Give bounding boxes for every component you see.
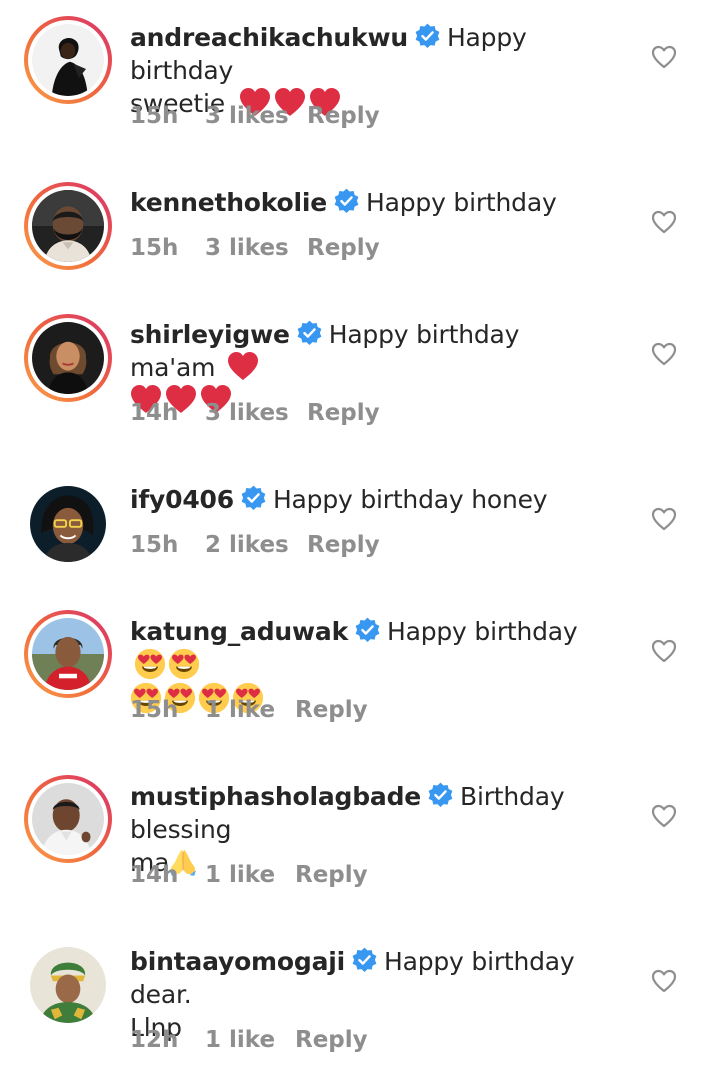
avatar[interactable] xyxy=(30,947,106,1023)
comment-body: Happy birthday honey xyxy=(272,485,548,514)
heart-eyes-emoji-icon xyxy=(134,648,166,680)
comment-time: 15h xyxy=(130,532,179,558)
reply-button[interactable]: Reply xyxy=(307,532,380,558)
comment-meta: 12h 1 like Reply xyxy=(130,1027,368,1053)
comment-likes-link[interactable]: 2 likes xyxy=(205,532,307,558)
reply-button[interactable]: Reply xyxy=(295,862,368,888)
avatar-story-ring[interactable] xyxy=(24,16,112,104)
comment-meta: 15h 3 likes Reply xyxy=(130,103,380,129)
comment-meta: 14h 1 like Reply xyxy=(130,862,368,888)
avatar-story-ring[interactable] xyxy=(24,610,112,698)
reply-button[interactable]: Reply xyxy=(307,103,380,129)
verified-badge-icon xyxy=(333,188,360,215)
avatar[interactable] xyxy=(32,190,104,262)
heart-outline-icon[interactable] xyxy=(651,45,677,69)
avatar[interactable] xyxy=(32,322,104,394)
heart-eyes-emoji-icon xyxy=(168,648,200,680)
avatar[interactable] xyxy=(30,486,106,562)
comment-meta: 15h 3 likes Reply xyxy=(130,235,380,261)
comment-body: Happy birthday xyxy=(387,617,578,646)
reply-button[interactable]: Reply xyxy=(307,235,380,261)
avatar[interactable] xyxy=(32,24,104,96)
avatar[interactable] xyxy=(32,783,104,855)
comment-username[interactable]: bintaayomogaji xyxy=(130,947,345,976)
comment-text: kennethokolie Happy birthday xyxy=(130,186,610,219)
comment-time: 14h xyxy=(130,400,179,426)
comment-username[interactable]: kennethokolie xyxy=(130,188,327,217)
comment-username[interactable]: mustiphasholagbade xyxy=(130,782,421,811)
avatar-frame[interactable] xyxy=(24,941,112,1029)
avatar[interactable] xyxy=(32,618,104,690)
comment-likes-link[interactable]: 1 like xyxy=(205,862,295,888)
comment-text: ify0406 Happy birthday honey xyxy=(130,483,610,516)
reply-button[interactable]: Reply xyxy=(307,400,380,426)
comment-likes-link[interactable]: 1 like xyxy=(205,697,295,723)
reply-button[interactable]: Reply xyxy=(295,1027,368,1053)
comment-meta: 15h 1 like Reply xyxy=(130,697,368,723)
comment-time: 15h xyxy=(130,103,179,129)
heart-outline-icon[interactable] xyxy=(651,969,677,993)
avatar-frame[interactable] xyxy=(24,480,112,568)
comment-time: 15h xyxy=(130,235,179,261)
comment-username[interactable]: andreachikachukwu xyxy=(130,23,408,52)
comment-likes-link[interactable]: 3 likes xyxy=(205,235,307,261)
red-heart-emoji-icon xyxy=(227,351,259,381)
reply-button[interactable]: Reply xyxy=(295,697,368,723)
heart-outline-icon[interactable] xyxy=(651,507,677,531)
comment-meta: 15h 2 likes Reply xyxy=(130,532,380,558)
comment-username[interactable]: katung_aduwak xyxy=(130,617,348,646)
heart-outline-icon[interactable] xyxy=(651,210,677,234)
verified-badge-icon xyxy=(354,617,381,644)
avatar-story-ring[interactable] xyxy=(24,314,112,402)
comment-body: Happy birthday xyxy=(366,188,557,217)
verified-badge-icon xyxy=(240,485,267,512)
avatar-story-ring[interactable] xyxy=(24,775,112,863)
verified-badge-icon xyxy=(351,947,378,974)
comment-meta: 14h 3 likes Reply xyxy=(130,400,380,426)
avatar-story-ring[interactable] xyxy=(24,182,112,270)
comment-time: 14h xyxy=(130,862,179,888)
heart-outline-icon[interactable] xyxy=(651,804,677,828)
comment-time: 12h xyxy=(130,1027,179,1053)
comment-username[interactable]: shirleyigwe xyxy=(130,320,290,349)
heart-outline-icon[interactable] xyxy=(651,639,677,663)
verified-badge-icon xyxy=(414,23,441,50)
heart-outline-icon[interactable] xyxy=(651,342,677,366)
comment-username[interactable]: ify0406 xyxy=(130,485,234,514)
comment-likes-link[interactable]: 1 like xyxy=(205,1027,295,1053)
comment-time: 15h xyxy=(130,697,179,723)
verified-badge-icon xyxy=(296,320,323,347)
comment-likes-link[interactable]: 3 likes xyxy=(205,103,307,129)
comment-likes-link[interactable]: 3 likes xyxy=(205,400,307,426)
verified-badge-icon xyxy=(427,782,454,809)
